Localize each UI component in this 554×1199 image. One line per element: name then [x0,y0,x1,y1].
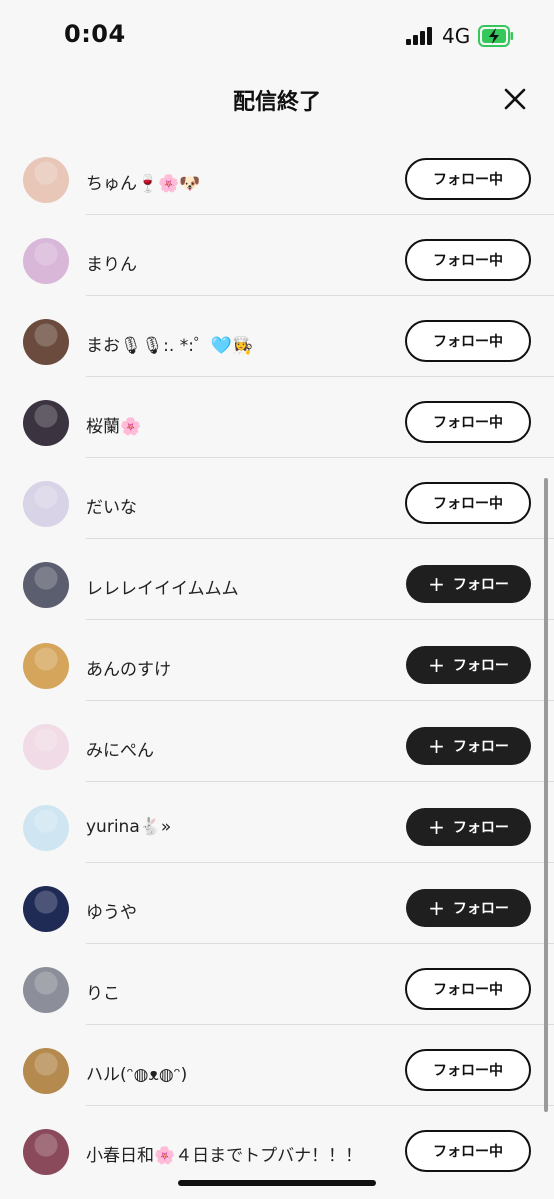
button-label: フォロー [452,577,509,593]
list-item[interactable]: 桜蘭🌸 フォロー中 [0,377,554,458]
avatar-image [23,400,69,446]
avatar[interactable] [23,1129,69,1175]
network-type: 4G [442,24,471,48]
button-label: フォロー中 [433,253,503,269]
user-name[interactable]: yurina🐇» [86,817,171,837]
status-time: 0:04 [64,20,126,48]
button-label: フォロー [452,820,509,836]
button-label: フォロー中 [433,172,503,188]
follow-button[interactable]: + フォロー [406,808,531,846]
list-item[interactable]: あんのすけ + フォロー [0,620,554,701]
status-bar: 0:04 4G [0,0,554,72]
avatar-image [23,319,69,365]
button-label: フォロー [452,739,509,755]
button-label: フォロー中 [433,1063,503,1079]
avatar[interactable] [23,400,69,446]
avatar-image [23,157,69,203]
list-item[interactable]: ゆうや + フォロー [0,863,554,944]
user-list: ちゅん🍷🌸🐶 フォロー中 まりん フォロー中 まお🎙🎙:. *:゜🩵👩‍🍳 フォロー中 桜蘭… [0,134,554,1187]
following-button[interactable]: フォロー中 [405,158,531,200]
list-item[interactable]: レレレイイイムムム + フォロー [0,539,554,620]
avatar[interactable] [23,886,69,932]
button-label: フォロー中 [433,1144,503,1160]
avatar[interactable] [23,1048,69,1094]
user-name[interactable]: あんのすけ [86,655,171,680]
list-item[interactable]: りこ フォロー中 [0,944,554,1025]
plus-icon: + [428,734,445,758]
avatar[interactable] [23,805,69,851]
following-button[interactable]: フォロー中 [405,482,531,524]
following-button[interactable]: フォロー中 [405,320,531,362]
follow-button[interactable]: + フォロー [406,889,531,927]
list-item[interactable]: 小春日和🌸４日までトプバナ！！！ フォロー中 [0,1106,554,1187]
avatar[interactable] [23,643,69,689]
following-button[interactable]: フォロー中 [405,239,531,281]
avatar[interactable] [23,562,69,608]
home-indicator [178,1180,376,1186]
user-name[interactable]: ちゅん🍷🌸🐶 [86,169,201,194]
avatar-image [23,967,69,1013]
plus-icon: + [428,572,445,596]
avatar-image [23,805,69,851]
battery-charging-icon [478,25,513,47]
user-name[interactable]: 小春日和🌸４日までトプバナ！！！ [86,1141,362,1166]
following-button[interactable]: フォロー中 [405,1049,531,1091]
following-button[interactable]: フォロー中 [405,968,531,1010]
avatar-image [23,886,69,932]
plus-icon: + [428,896,445,920]
button-label: フォロー中 [433,334,503,350]
button-label: フォロー中 [433,415,503,431]
list-item[interactable]: だいな フォロー中 [0,458,554,539]
avatar[interactable] [23,481,69,527]
scrollbar[interactable] [544,478,548,1112]
header: 配信終了 [0,72,554,132]
plus-icon: + [428,815,445,839]
avatar[interactable] [23,967,69,1013]
follow-button[interactable]: + フォロー [406,727,531,765]
button-label: フォロー中 [433,982,503,998]
avatar-image [23,724,69,770]
follow-button[interactable]: + フォロー [406,565,531,603]
page-title: 配信終了 [232,90,321,115]
avatar[interactable] [23,157,69,203]
user-name[interactable]: だいな [86,493,137,518]
avatar-image [23,643,69,689]
close-icon[interactable] [500,84,530,114]
user-name[interactable]: みにぺん [86,736,154,761]
button-label: フォロー中 [433,496,503,512]
list-item[interactable]: ちゅん🍷🌸🐶 フォロー中 [0,134,554,215]
avatar[interactable] [23,238,69,284]
avatar-image [23,238,69,284]
avatar-image [23,1129,69,1175]
following-button[interactable]: フォロー中 [405,1130,531,1172]
avatar-image [23,1048,69,1094]
button-label: フォロー [452,901,509,917]
user-name[interactable]: まお🎙🎙:. *:゜🩵👩‍🍳 [86,331,253,356]
list-item[interactable]: yurina🐇» + フォロー [0,782,554,863]
plus-icon: + [428,653,445,677]
user-name[interactable]: 桜蘭🌸 [86,412,141,437]
user-name[interactable]: ゆうや [86,898,137,923]
user-name[interactable]: りこ [86,979,120,1004]
follow-button[interactable]: + フォロー [406,646,531,684]
cellular-signal-icon [406,27,434,45]
following-button[interactable]: フォロー中 [405,401,531,443]
list-item[interactable]: みにぺん + フォロー [0,701,554,782]
user-name[interactable]: ハル(ᵔ◍ᴥ◍ᵔ) [86,1060,187,1085]
user-name[interactable]: まりん [86,250,137,275]
avatar[interactable] [23,319,69,365]
button-label: フォロー [452,658,509,674]
list-item[interactable]: ハル(ᵔ◍ᴥ◍ᵔ) フォロー中 [0,1025,554,1106]
list-item[interactable]: まりん フォロー中 [0,215,554,296]
avatar-image [23,562,69,608]
user-name[interactable]: レレレイイイムムム [86,574,239,599]
avatar-image [23,481,69,527]
list-item[interactable]: まお🎙🎙:. *:゜🩵👩‍🍳 フォロー中 [0,296,554,377]
avatar[interactable] [23,724,69,770]
